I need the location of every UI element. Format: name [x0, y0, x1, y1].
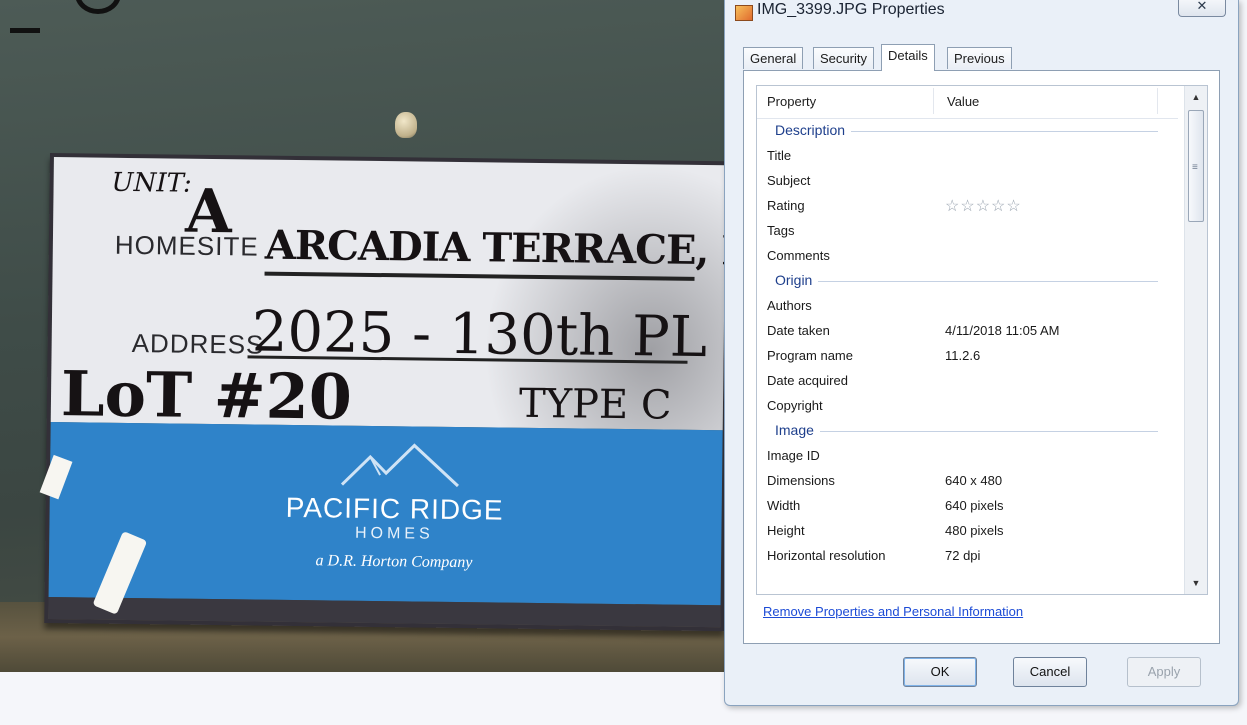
mountain-logo-icon	[340, 443, 459, 488]
vertical-scrollbar[interactable]: ▲ ≡ ▼	[1184, 86, 1207, 594]
jpg-file-icon	[735, 5, 753, 21]
property-key: Date acquired	[767, 373, 848, 388]
cropped-text-fragment	[10, 0, 40, 33]
group-header: Image	[757, 418, 1178, 443]
property-key: Copyright	[767, 398, 823, 413]
group-label: Image	[775, 422, 820, 438]
group-divider	[775, 281, 1158, 282]
property-key: Height	[767, 523, 805, 538]
homesite-sign: HOMESITE ADDRESS UNIT: A ARCADIA TERRACE…	[39, 153, 724, 632]
type-value: TYPE C	[518, 380, 672, 429]
property-row[interactable]: Image ID	[757, 443, 1178, 468]
group-label: Origin	[775, 272, 819, 288]
property-row[interactable]: Height 480 pixels	[757, 518, 1178, 543]
column-header: Property Value	[757, 86, 1178, 119]
homesite-value: ARCADIA TERRACE, Bld C	[264, 221, 724, 276]
property-key: Tags	[767, 223, 795, 238]
group-divider	[775, 431, 1158, 432]
brand-sub: HOMES	[354, 524, 434, 543]
property-key: Width	[767, 498, 801, 513]
property-key: Comments	[767, 248, 830, 263]
property-key: Rating	[767, 198, 805, 213]
property-row[interactable]: Width 640 pixels	[757, 493, 1178, 518]
column-divider[interactable]	[933, 88, 934, 114]
property-row[interactable]: Date acquired	[757, 368, 1178, 393]
property-value[interactable]: 72 dpi	[945, 548, 980, 563]
grip-icon: ≡	[1192, 162, 1198, 173]
property-key: Program name	[767, 348, 853, 363]
lot-value: LoT #20	[60, 357, 353, 434]
property-key: Subject	[767, 173, 811, 188]
remove-properties-link[interactable]: Remove Properties and Personal Informati…	[763, 604, 1023, 619]
property-key: Dimensions	[767, 473, 835, 488]
property-rows: Description Title Subject Rating ☆☆☆☆☆ Ta…	[757, 118, 1178, 568]
property-value[interactable]: 640 pixels	[945, 498, 1004, 513]
property-value[interactable]: 4/11/2018 11:05 AM	[945, 323, 1059, 338]
cropped-text-fragment	[75, 0, 121, 14]
properties-list[interactable]: Property Value Description Title Subject…	[756, 85, 1208, 595]
unit-label: UNIT:	[111, 167, 192, 199]
group-header: Origin	[757, 268, 1178, 293]
tab-security[interactable]: Security	[813, 47, 874, 69]
property-row[interactable]: Comments	[757, 243, 1178, 268]
properties-dialog: IMG_3399.JPG Properties ✕ General Securi…	[724, 0, 1239, 706]
tab-general[interactable]: General	[743, 47, 804, 69]
property-row[interactable]: Tags	[757, 218, 1178, 243]
property-value[interactable]: 480 pixels	[945, 523, 1004, 538]
property-row[interactable]: Title	[757, 143, 1178, 168]
window-title: IMG_3399.JPG Properties	[757, 1, 945, 18]
ok-button[interactable]: OK	[903, 657, 977, 687]
tab-previous-versions[interactable]: Previous Versions	[947, 47, 1012, 87]
property-key: Horizontal resolution	[767, 548, 886, 563]
scroll-down-icon[interactable]: ▼	[1185, 574, 1207, 592]
scroll-up-icon[interactable]: ▲	[1185, 88, 1207, 106]
group-label: Description	[775, 122, 852, 138]
close-button[interactable]: ✕	[1178, 0, 1226, 17]
property-row[interactable]: Rating ☆☆☆☆☆	[757, 193, 1178, 218]
bolt-head	[395, 112, 417, 138]
column-divider[interactable]	[1157, 88, 1158, 114]
group-header: Description	[757, 118, 1178, 143]
property-key: Authors	[767, 298, 812, 313]
property-row[interactable]: Date taken 4/11/2018 11:05 AM	[757, 318, 1178, 343]
property-row[interactable]: Authors	[757, 293, 1178, 318]
column-value[interactable]: Value	[947, 94, 979, 109]
details-panel: Property Value Description Title Subject…	[743, 70, 1220, 644]
photo-background: HOMESITE ADDRESS UNIT: A ARCADIA TERRACE…	[0, 0, 724, 672]
property-key: Title	[767, 148, 792, 163]
property-key: Date taken	[767, 323, 830, 338]
brand-tagline: a D.R. Horton Company	[315, 552, 473, 572]
property-row[interactable]: Program name 11.2.6	[757, 343, 1178, 368]
rating-stars[interactable]: ☆☆☆☆☆	[945, 196, 1022, 216]
property-row[interactable]: Dimensions 640 x 480	[757, 468, 1178, 493]
property-value[interactable]: 11.2.6	[945, 348, 980, 363]
brand-name: PACIFIC RIDGE	[285, 491, 504, 526]
property-row[interactable]: Horizontal resolution 72 dpi	[757, 543, 1178, 568]
column-property[interactable]: Property	[767, 94, 816, 109]
apply-button[interactable]: Apply	[1127, 657, 1201, 687]
property-value[interactable]: 640 x 480	[945, 473, 1002, 488]
property-row[interactable]: Copyright	[757, 393, 1178, 418]
tab-details[interactable]: Details	[881, 44, 935, 71]
title-bar[interactable]: IMG_3399.JPG Properties ✕	[725, 0, 1238, 24]
unit-value: A	[184, 176, 233, 248]
cancel-button[interactable]: Cancel	[1013, 657, 1087, 687]
address-label: ADDRESS	[131, 328, 265, 360]
property-key: Image ID	[767, 448, 820, 463]
property-row[interactable]: Subject	[757, 168, 1178, 193]
